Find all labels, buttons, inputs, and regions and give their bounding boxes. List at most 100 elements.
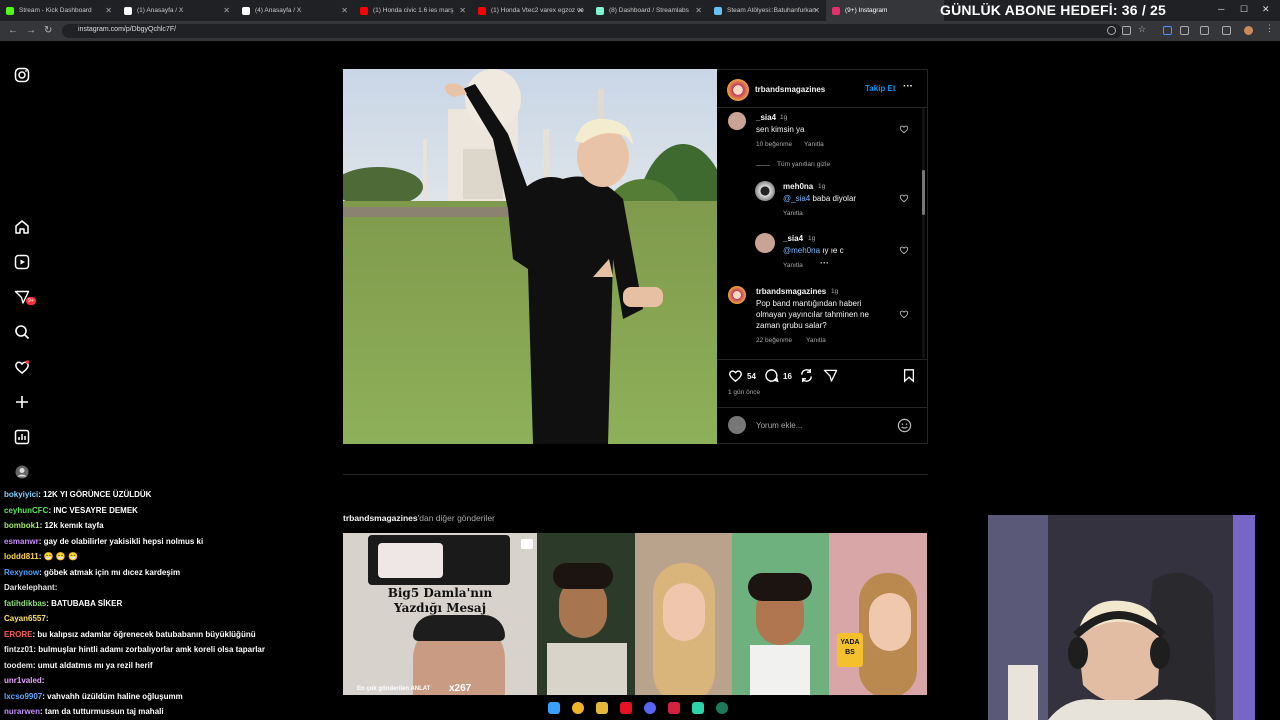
follow-button[interactable]: Takip Et — [865, 84, 896, 93]
comment-user[interactable]: trbandsmagazines — [756, 287, 826, 296]
like-count[interactable]: 54 — [747, 372, 756, 381]
reply-button[interactable]: Yanıtla — [783, 262, 803, 269]
forward-icon[interactable]: → — [26, 25, 36, 36]
chat-username[interactable]: fatihdikbas — [4, 599, 46, 608]
heart-notifications-icon[interactable] — [14, 359, 30, 375]
tab-streamlabs[interactable]: (8) Dashboard / Streamlabs ✕ — [590, 0, 708, 21]
chat-username[interactable]: loddd811 — [4, 552, 39, 561]
close-tab-icon[interactable]: ✕ — [813, 6, 820, 15]
tab-steam[interactable]: Steam Atölyesi::Batuhanfurkan ✕ — [708, 0, 826, 21]
profile-avatar[interactable] — [14, 464, 30, 480]
close-tab-icon[interactable]: ✕ — [223, 6, 230, 15]
extension-icon[interactable] — [1180, 26, 1189, 35]
close-tab-icon[interactable]: ✕ — [577, 6, 584, 15]
more-post-thumb-3[interactable] — [635, 533, 732, 695]
comments-scroll-thumb[interactable] — [922, 170, 925, 215]
download-icon[interactable] — [1222, 26, 1231, 35]
chat-username[interactable]: lxcso9907 — [4, 692, 42, 701]
like-post-icon[interactable] — [728, 368, 743, 383]
comment-user[interactable]: _sia4 — [783, 234, 803, 243]
streamlabs-icon[interactable] — [692, 702, 704, 714]
comment-likes[interactable]: 10 beğenme — [756, 141, 792, 148]
url-field[interactable]: instagram.com/p/DbgyQchlc7F/ — [62, 24, 1122, 38]
search-icon[interactable] — [1107, 26, 1116, 35]
puzzle-icon[interactable] — [1200, 26, 1209, 35]
author-avatar[interactable] — [727, 79, 749, 101]
tab-x-1[interactable]: (1) Anasayfa / X ✕ — [118, 0, 236, 21]
repost-icon[interactable] — [799, 368, 814, 383]
commenter-avatar[interactable] — [728, 286, 746, 304]
more-post-thumb-4[interactable] — [732, 533, 829, 695]
close-tab-icon[interactable]: ✕ — [341, 6, 348, 15]
chat-username[interactable]: nurarwen — [4, 707, 40, 716]
close-tab-icon[interactable]: ✕ — [459, 6, 466, 15]
post-author[interactable]: trbandsmagazines — [755, 85, 825, 94]
app-icon[interactable] — [668, 702, 680, 714]
mention-link[interactable]: @_sia4 — [783, 194, 810, 203]
tab-x-2[interactable]: (4) Anasayfa / X ✕ — [236, 0, 354, 21]
tab-youtube-1[interactable]: (1) Honda civic 1.6 ies marş ✕ — [354, 0, 472, 21]
tab-youtube-2[interactable]: (1) Honda Vtec2 varex egzoz ve ✕ — [472, 0, 590, 21]
comments-scrollbar[interactable] — [922, 108, 925, 358]
like-comment-icon[interactable] — [899, 193, 909, 203]
close-tab-icon[interactable]: ✕ — [105, 6, 112, 15]
more-posts-author[interactable]: trbandsmagazines — [343, 513, 418, 523]
post-time[interactable]: 1 gün önce — [728, 389, 760, 396]
commenter-avatar[interactable] — [755, 233, 775, 253]
commenter-avatar[interactable] — [755, 181, 775, 201]
post-image[interactable] — [343, 69, 717, 444]
more-options-icon[interactable]: ··· — [903, 81, 913, 92]
discord-icon[interactable] — [644, 702, 656, 714]
extension-icon[interactable] — [1163, 26, 1172, 35]
app-icon[interactable] — [620, 702, 632, 714]
comment-options-icon[interactable]: ··· — [820, 258, 829, 268]
add-comment-input[interactable]: Yorum ekle... — [756, 421, 802, 430]
windows-start-icon[interactable] — [548, 702, 560, 714]
share-icon[interactable] — [823, 368, 838, 383]
chat-username[interactable]: Cayan6557 — [4, 614, 46, 623]
cast-icon[interactable] — [1122, 26, 1131, 35]
reload-icon[interactable]: ↻ — [44, 25, 52, 36]
comment-user[interactable]: _sia4 — [756, 113, 776, 122]
commenter-avatar[interactable] — [728, 112, 746, 130]
close-tab-icon[interactable]: ✕ — [695, 6, 702, 15]
tab-kick[interactable]: Stream - Kick Dashboard ✕ — [0, 0, 118, 21]
comment-likes[interactable]: 22 beğenme — [756, 337, 792, 344]
comment-user[interactable]: meh0na — [783, 182, 813, 191]
chrome-icon[interactable] — [572, 702, 584, 714]
profile-avatar[interactable] — [1244, 26, 1253, 35]
more-post-thumb-1[interactable]: Big5 Damla'nın Yazdığı Mesaj En çok gönd… — [343, 533, 537, 695]
star-icon[interactable]: ☆ — [1138, 24, 1147, 34]
file-explorer-icon[interactable] — [596, 702, 608, 714]
more-post-thumb-5[interactable]: YADA BS — [829, 533, 927, 695]
comment-count[interactable]: 16 — [783, 372, 792, 381]
emoji-icon[interactable] — [897, 418, 912, 433]
instagram-logo-icon[interactable] — [14, 67, 30, 83]
chat-username[interactable]: bombok1 — [4, 521, 40, 530]
dashboard-chart-icon[interactable] — [14, 429, 30, 445]
chat-username[interactable]: ERORE — [4, 630, 32, 639]
chat-username[interactable]: Rexynow — [4, 568, 39, 577]
maximize-icon[interactable]: ☐ — [1240, 4, 1248, 15]
create-plus-icon[interactable] — [14, 394, 30, 410]
app-icon[interactable] — [716, 702, 728, 714]
chat-username[interactable]: fintzz01 — [4, 645, 33, 654]
comment-icon[interactable] — [764, 368, 779, 383]
save-bookmark-icon[interactable] — [902, 368, 916, 383]
like-comment-icon[interactable] — [899, 245, 909, 255]
home-icon[interactable] — [14, 219, 30, 235]
back-icon[interactable]: ← — [8, 25, 18, 36]
chat-username[interactable]: toodem — [4, 661, 33, 670]
menu-icon[interactable]: ⋮ — [1265, 23, 1274, 33]
hide-replies-button[interactable]: Tüm yanıtları gizle — [777, 161, 830, 168]
search-icon[interactable] — [14, 324, 30, 340]
reply-button[interactable]: Yanıtla — [783, 210, 803, 217]
more-post-thumb-2[interactable] — [537, 533, 635, 695]
tab-instagram[interactable]: (9+) Instagram — [826, 0, 944, 21]
like-comment-icon[interactable] — [899, 309, 909, 319]
mention-link[interactable]: @meh0na — [783, 246, 820, 255]
reply-button[interactable]: Yanıtla — [806, 337, 826, 344]
reply-button[interactable]: Yanıtla — [804, 141, 824, 148]
close-window-icon[interactable]: ✕ — [1262, 4, 1270, 15]
like-comment-icon[interactable] — [899, 124, 909, 134]
